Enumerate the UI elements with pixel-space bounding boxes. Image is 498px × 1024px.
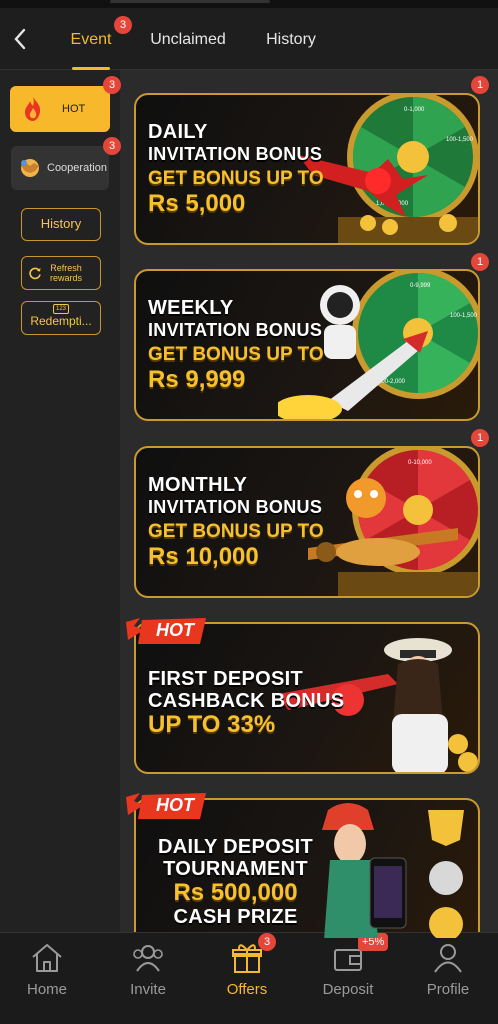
nav-invite[interactable]: Invite — [98, 933, 198, 1024]
banner-badge: 1 — [471, 429, 489, 447]
wheel-label: 0-1,000 — [404, 107, 425, 113]
sidebar-item-label: HOT — [62, 103, 86, 115]
nav-home[interactable]: Home — [0, 933, 97, 1024]
nav-offers[interactable]: Offers — [197, 933, 297, 1024]
flame-icon — [25, 97, 41, 121]
refresh-label-line2: rewards — [50, 273, 83, 283]
hot-tag-label: HOT — [156, 795, 194, 815]
monthly-invitation-bonus-banner[interactable]: 0-10,000 MONTHLY INVITATION BONUS GET BO… — [134, 446, 480, 598]
banner-badge: 1 — [471, 253, 489, 271]
handshake-icon — [21, 159, 39, 177]
wheel-label: 100-1,500 — [446, 137, 474, 143]
banner-title-line2: INVITATION BONUS — [148, 497, 323, 517]
back-button[interactable] — [6, 22, 34, 56]
wheel-label: 0-9,999 — [410, 283, 431, 289]
nav-label: Invite — [130, 981, 166, 998]
tab-unclaimed[interactable]: Unclaimed — [145, 8, 231, 70]
hot-tag-label: HOT — [156, 620, 194, 640]
home-icon — [32, 944, 62, 972]
banner-title-line1: WEEKLY — [148, 297, 234, 319]
banner-subtitle: UP TO 33% — [148, 711, 276, 738]
banner-badge: 1 — [471, 76, 489, 94]
refresh-icon — [29, 267, 41, 280]
bottom-nav: Home Invite Offers 3 Deposit +5% Profile — [0, 932, 498, 1024]
profile-icon — [434, 944, 462, 973]
invite-icon — [133, 945, 163, 972]
banner-subtitle: GET BONUS UP TO — [148, 344, 324, 365]
banner-title-line1: DAILY DEPOSIT — [158, 836, 314, 858]
sidebar-item-label: Cooperation — [47, 162, 107, 174]
banner-title-line2: INVITATION BONUS — [148, 144, 323, 164]
chevron-left-icon — [14, 28, 26, 50]
sidebar-item-cooperation[interactable]: Cooperation — [11, 146, 109, 190]
tab-event-badge: 3 — [114, 16, 132, 34]
banner-amount: Rs 9,999 — [148, 366, 246, 393]
wheel-label: 0-10,000 — [408, 460, 432, 466]
nav-label: Deposit — [322, 981, 374, 998]
tab-history[interactable]: History — [258, 8, 324, 70]
weekly-invitation-bonus-banner[interactable]: 0-9,999 100-1,500 500-2,000 WEEKLY INVIT… — [134, 269, 480, 421]
redemption-label: Redempti... — [30, 314, 92, 328]
banner-amount: Rs 500,000 — [173, 879, 298, 906]
redemption-button[interactable]: 123 Redempti... — [21, 301, 101, 335]
nav-label: Offers — [226, 981, 268, 998]
refresh-label-line1: Refresh — [50, 263, 82, 273]
sidebar-item-hot[interactable]: HOT — [10, 86, 110, 132]
wheel-label: 100-1,500 — [450, 313, 478, 319]
nav-label: Profile — [426, 981, 470, 998]
nav-profile[interactable]: Profile — [398, 933, 498, 1024]
banner-title-line1: FIRST DEPOSIT — [148, 668, 304, 690]
sidebar-hot-badge: 3 — [103, 76, 121, 94]
banner-title-line2: INVITATION BONUS — [148, 320, 323, 340]
refresh-rewards-button[interactable]: Refresh rewards — [21, 256, 101, 290]
ticket-icon: 123 — [53, 304, 69, 314]
nav-offers-badge: 3 — [258, 933, 276, 951]
nav-label: Home — [26, 981, 67, 998]
top-tab-bar: Event 3 Unclaimed History — [0, 8, 498, 70]
sidebar: HOT 3 Cooperation 3 History Refresh rewa… — [0, 70, 121, 932]
daily-invitation-bonus-banner[interactable]: 0-1,000 100-1,500 1,000-2,000 DAILY INVI… — [134, 93, 480, 245]
banner-subtitle: CASH PRIZE — [173, 906, 298, 928]
tab-event[interactable]: Event — [62, 8, 120, 70]
banner-title-line2: CASHBACK BONUS — [148, 690, 345, 712]
sidebar-history-button[interactable]: History — [21, 208, 101, 241]
banner-title-line2: TOURNAMENT — [163, 858, 308, 880]
hot-tag: HOT — [126, 616, 208, 646]
banner-subtitle: GET BONUS UP TO — [148, 521, 324, 542]
sidebar-cooperation-badge: 3 — [103, 137, 121, 155]
banner-amount: Rs 5,000 — [148, 190, 246, 217]
banner-amount: Rs 10,000 — [148, 543, 259, 570]
banner-title-line1: MONTHLY — [148, 474, 248, 496]
banner-title-line1: DAILY — [148, 121, 208, 143]
banner-subtitle: GET BONUS UP TO — [148, 168, 324, 189]
status-strip — [0, 0, 498, 8]
app-root: Event 3 Unclaimed History HOT 3 Cooperat… — [0, 0, 498, 1024]
hot-tag: HOT — [126, 791, 208, 821]
